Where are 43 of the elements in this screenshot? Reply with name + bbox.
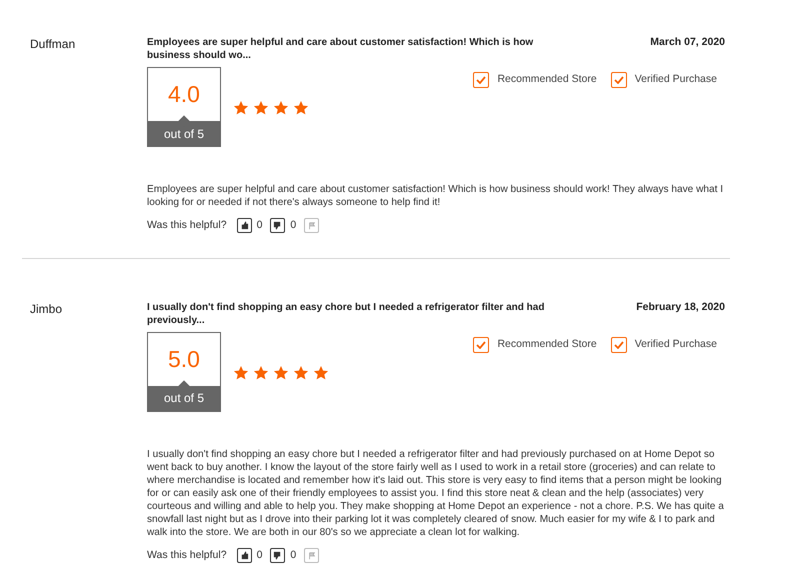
review-title: I usually don't find shopping an easy chore but I needed a refrigerator filter and had previously... bbox=[147, 300, 546, 327]
badge-label: Verified Purchase bbox=[634, 336, 717, 352]
flag-icon bbox=[308, 222, 316, 230]
star-icon bbox=[233, 364, 249, 381]
star-icon bbox=[273, 364, 289, 381]
rating-box: 5.0 out of 5 bbox=[147, 332, 221, 412]
badge-label: Verified Purchase bbox=[634, 72, 717, 88]
review-body: I usually don't find shopping an easy chore but I needed a refrigerator filter and had previously purchased on at Home Depot so went back to buy another. I know the layout of the store fairly well as I used to work in a retail store (groceries) and can relate to where merchandise is located and remember how it's laid out. This store is very easy to find items that a person might be looking for or can easily ask one of their friendly employees to assist you. I find this store neat & clean and the help (associates) very courteous and willing and able to help you. They make shopping at Home Depot an experience - not a chore. P.S. We has quite a snowfall last night but as I drove into their parking lot it was completely cleared of snow. Much easier for my wife & I to park and walk into the store. We are both in our 80's so we appreciate a clean lot for walking. bbox=[147, 448, 725, 539]
check-icon bbox=[614, 76, 624, 84]
vote-count: 0 bbox=[256, 548, 262, 563]
star-icon bbox=[253, 100, 269, 116]
reviewer-name: Duffman bbox=[30, 36, 76, 53]
check-icon bbox=[476, 340, 486, 349]
thumbs-down-button[interactable] bbox=[270, 548, 286, 564]
star-icon bbox=[313, 364, 329, 381]
star-icon bbox=[233, 100, 249, 116]
review-date: March 07, 2020 bbox=[650, 36, 725, 49]
thumbs-up-icon bbox=[240, 551, 249, 560]
star-icon bbox=[253, 364, 269, 381]
thumbs-up-button[interactable] bbox=[236, 218, 252, 234]
review-body: Employees are super helpful and care about customer satisfaction! Which is how business should work! They always have what I looking for or needed if not there's always someone to help find it! bbox=[147, 183, 724, 209]
reviewer-name: Jimbo bbox=[30, 300, 64, 318]
star-icon bbox=[293, 100, 309, 116]
review-date: February 18, 2020 bbox=[636, 300, 725, 314]
thumbs-down-icon bbox=[273, 221, 282, 230]
check-icon bbox=[614, 340, 624, 349]
vote-count: 0 bbox=[290, 218, 296, 233]
helpful-label: Was this helpful? bbox=[147, 218, 227, 233]
thumbs-down-button[interactable] bbox=[270, 218, 286, 234]
badge-label: Recommended Store bbox=[497, 72, 597, 88]
helpful-label: Was this helpful? bbox=[147, 548, 227, 563]
vote-count: 0 bbox=[256, 218, 262, 233]
check-icon bbox=[476, 76, 486, 84]
badge-label: Recommended Store bbox=[497, 336, 597, 352]
thumbs-down-icon bbox=[273, 551, 282, 560]
rating-box: 4.0 out of 5 bbox=[147, 67, 221, 147]
flag-icon bbox=[308, 552, 316, 560]
thumbs-up-icon bbox=[240, 221, 249, 230]
star-icon bbox=[273, 100, 289, 116]
thumbs-up-button[interactable] bbox=[236, 548, 252, 564]
vote-count: 0 bbox=[290, 548, 296, 563]
review-title: Employees are super helpful and care about customer satisfaction! Which is how business should wo... bbox=[147, 36, 534, 62]
star-icon bbox=[293, 364, 309, 381]
